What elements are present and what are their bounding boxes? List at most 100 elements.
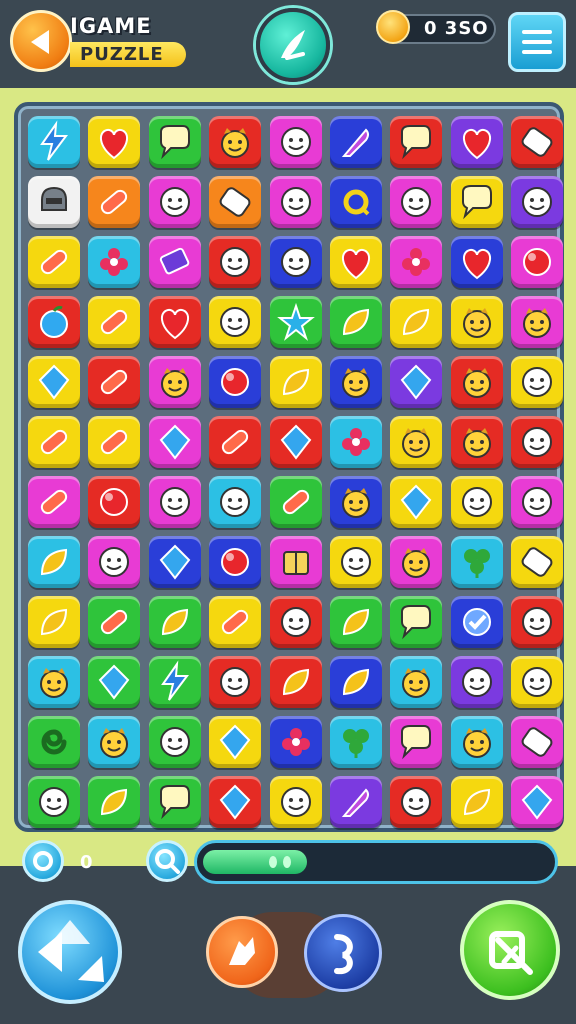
tile[interactable] xyxy=(88,176,141,228)
hammer-button[interactable] xyxy=(206,916,278,988)
tile[interactable] xyxy=(209,776,262,828)
tile[interactable] xyxy=(269,656,322,708)
tile[interactable] xyxy=(329,476,382,528)
tile[interactable] xyxy=(390,476,443,528)
tile[interactable] xyxy=(329,536,382,588)
tile[interactable] xyxy=(329,656,382,708)
tile[interactable] xyxy=(148,236,201,288)
tile[interactable] xyxy=(269,116,322,168)
tile[interactable] xyxy=(329,776,382,828)
tile[interactable] xyxy=(511,596,564,648)
tile[interactable] xyxy=(450,176,503,228)
tile[interactable] xyxy=(209,356,262,408)
tile[interactable] xyxy=(209,176,262,228)
tile[interactable] xyxy=(209,716,262,768)
tile[interactable] xyxy=(148,596,201,648)
tile[interactable] xyxy=(28,296,80,348)
tile[interactable] xyxy=(28,416,80,468)
tile[interactable] xyxy=(511,356,564,408)
tile[interactable] xyxy=(450,536,503,588)
tile[interactable] xyxy=(28,656,80,708)
tile[interactable] xyxy=(329,296,382,348)
tile[interactable] xyxy=(390,536,443,588)
tile[interactable] xyxy=(28,476,80,528)
tile[interactable] xyxy=(148,176,201,228)
tile[interactable] xyxy=(511,476,564,528)
shuffle-button[interactable] xyxy=(304,914,382,992)
tile[interactable] xyxy=(511,116,564,168)
tile[interactable] xyxy=(88,776,141,828)
tile[interactable] xyxy=(511,176,564,228)
tile[interactable] xyxy=(88,236,141,288)
tile[interactable] xyxy=(209,116,262,168)
tile[interactable] xyxy=(269,356,322,408)
tile[interactable] xyxy=(390,656,443,708)
tile[interactable] xyxy=(450,716,503,768)
tile[interactable] xyxy=(148,716,201,768)
tile[interactable] xyxy=(148,296,201,348)
tile[interactable] xyxy=(28,356,80,408)
tile[interactable] xyxy=(88,536,141,588)
tile[interactable] xyxy=(148,776,201,828)
tile[interactable] xyxy=(28,236,80,288)
tile[interactable] xyxy=(390,116,443,168)
tile[interactable] xyxy=(209,416,262,468)
tile[interactable] xyxy=(28,116,80,168)
tile[interactable] xyxy=(269,596,322,648)
tile[interactable] xyxy=(450,656,503,708)
clear-button[interactable] xyxy=(460,900,560,1000)
tile[interactable] xyxy=(209,476,262,528)
tile[interactable] xyxy=(511,656,564,708)
tile[interactable] xyxy=(329,416,382,468)
tile[interactable] xyxy=(390,236,443,288)
tile[interactable] xyxy=(269,776,322,828)
tile[interactable] xyxy=(88,416,141,468)
tile[interactable] xyxy=(88,596,141,648)
tile[interactable] xyxy=(28,176,80,228)
tile[interactable] xyxy=(28,596,80,648)
tile[interactable] xyxy=(390,356,443,408)
tile[interactable] xyxy=(511,776,564,828)
tile[interactable] xyxy=(329,596,382,648)
tile[interactable] xyxy=(390,176,443,228)
tile[interactable] xyxy=(390,416,443,468)
tile[interactable] xyxy=(28,716,80,768)
tile[interactable] xyxy=(329,356,382,408)
tile[interactable] xyxy=(269,476,322,528)
search-button[interactable] xyxy=(146,840,188,882)
dpad-button[interactable] xyxy=(18,900,122,1004)
tile[interactable] xyxy=(269,176,322,228)
tile[interactable] xyxy=(511,536,564,588)
tile[interactable] xyxy=(390,596,443,648)
tile[interactable] xyxy=(209,296,262,348)
tile[interactable] xyxy=(269,296,322,348)
tile[interactable] xyxy=(450,116,503,168)
tile[interactable] xyxy=(209,236,262,288)
tile[interactable] xyxy=(450,476,503,528)
tile[interactable] xyxy=(269,416,322,468)
tile[interactable] xyxy=(329,176,382,228)
tile[interactable] xyxy=(511,416,564,468)
tile[interactable] xyxy=(329,116,382,168)
tile[interactable] xyxy=(450,236,503,288)
tile[interactable] xyxy=(88,296,141,348)
tile[interactable] xyxy=(28,776,80,828)
tile[interactable] xyxy=(329,716,382,768)
tile[interactable] xyxy=(148,116,201,168)
tile[interactable] xyxy=(511,716,564,768)
target-button[interactable] xyxy=(22,840,64,882)
tile[interactable] xyxy=(450,776,503,828)
tile[interactable] xyxy=(88,716,141,768)
tile[interactable] xyxy=(390,716,443,768)
logo-badge[interactable] xyxy=(256,8,330,82)
tile[interactable] xyxy=(148,476,201,528)
tile[interactable] xyxy=(88,476,141,528)
tile[interactable] xyxy=(511,236,564,288)
tile[interactable] xyxy=(329,236,382,288)
tile[interactable] xyxy=(390,776,443,828)
tile[interactable] xyxy=(390,296,443,348)
tile[interactable] xyxy=(148,656,201,708)
tile[interactable] xyxy=(269,716,322,768)
tile[interactable] xyxy=(209,596,262,648)
tile[interactable] xyxy=(88,656,141,708)
